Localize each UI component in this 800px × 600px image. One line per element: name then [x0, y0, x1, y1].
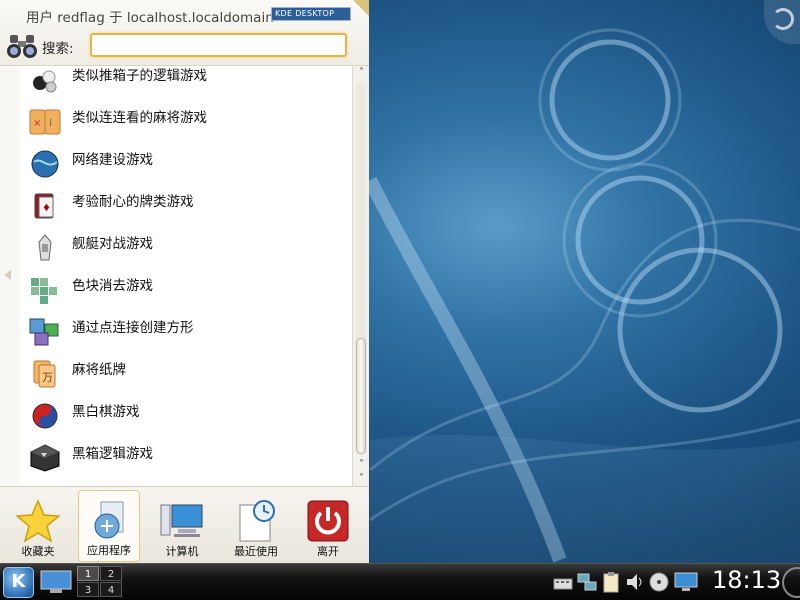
scroll-up-icon[interactable]: ˄ [355, 66, 368, 80]
star-icon [16, 499, 60, 543]
stones-icon [33, 70, 57, 93]
taskbar: K 1 2 3 4 18:13 [0, 563, 800, 600]
list-item[interactable]: 黑箱逻辑游戏 [20, 437, 352, 479]
scroll-down-icon[interactable]: ˅ [355, 458, 368, 472]
list-item-label: 黑白棋游戏 [72, 404, 140, 420]
pager-desktop-1[interactable]: 1 [77, 566, 99, 581]
list-item[interactable]: 黑白棋游戏 [20, 395, 352, 437]
application-list: 类似推箱子的逻辑游戏 × ⁞ 类似连连看的麻将游戏 网络建设游戏 ♦ 考验耐心的牌… [20, 66, 352, 486]
list-item-label: 舰艇对战游戏 [72, 236, 153, 252]
reversi-icon [32, 403, 58, 429]
kde-desktop-badge: KDE DESKTOP [271, 7, 351, 21]
list-item-label: 黑箱逻辑游戏 [72, 446, 153, 462]
virtual-desktop-pager: 1 2 3 4 [77, 566, 123, 599]
list-item[interactable]: 色块消去游戏 [20, 269, 352, 311]
list-item-label: 通过点连接创建方形 [72, 320, 194, 336]
list-item[interactable]: 通过点连接创建方形 [20, 311, 352, 353]
tab-recently-used[interactable]: 最近使用 [220, 490, 292, 562]
panel-toolbox-icon[interactable] [782, 567, 800, 598]
list-item[interactable]: × ⁞ 类似连连看的麻将游戏 [20, 101, 352, 143]
applications-icon [94, 501, 124, 539]
binoculars-icon [7, 35, 37, 58]
list-item[interactable]: 类似推箱子的逻辑游戏 [20, 66, 352, 101]
list-item[interactable]: 网络建设游戏 [20, 143, 352, 185]
mahjongg-tiles-icon: × ⁞ [29, 109, 61, 135]
resize-corner[interactable] [353, 0, 369, 16]
tab-label: 最近使用 [234, 545, 278, 558]
list-item[interactable]: ♦ 考验耐心的牌类游戏 [20, 185, 352, 227]
clipboard-icon[interactable] [601, 571, 621, 593]
scroll-down-end-icon[interactable]: ˅ [355, 472, 368, 486]
mahjong-card-icon: 万 [33, 360, 56, 388]
show-desktop-icon[interactable] [40, 570, 72, 594]
blackbox-icon [30, 444, 60, 472]
battleship-icon [38, 234, 52, 261]
search-input[interactable] [90, 33, 347, 57]
tab-leave[interactable]: 离开 [292, 490, 364, 562]
svg-text:⁞: ⁞ [49, 118, 52, 129]
recent-document-icon [239, 500, 275, 542]
launcher-header: 用户 redflag 于 localhost.localdomain KDE D… [0, 0, 369, 66]
back-arrow-icon[interactable] [4, 270, 11, 280]
list-item-label: 网络建设游戏 [72, 152, 153, 168]
list-scrollbar[interactable]: ˄ ˅ ˅ [352, 66, 369, 486]
clock[interactable]: 18:13 [712, 566, 781, 594]
pager-desktop-2[interactable]: 2 [100, 566, 122, 581]
color-blocks-icon [31, 278, 57, 304]
search-label: 搜索: [42, 41, 74, 57]
list-item-label: 类似连连看的麻将游戏 [72, 110, 207, 126]
scroll-thumb[interactable] [356, 338, 366, 454]
list-item[interactable]: 舰艇对战游戏 [20, 227, 352, 269]
user-label: 用户 redflag 于 localhost.localdomain [26, 10, 274, 26]
launcher-tabs: 收藏夹 应用程序 计算机 最近使用 离开 [0, 486, 369, 563]
computer-icon [160, 504, 203, 537]
tab-label: 计算机 [165, 545, 199, 558]
tab-label: 离开 [317, 545, 339, 558]
pager-desktop-4[interactable]: 4 [100, 582, 122, 597]
svg-text:万: 万 [42, 371, 53, 384]
tab-applications[interactable]: 应用程序 [78, 490, 140, 562]
tab-label: 收藏夹 [21, 545, 55, 558]
pager-desktop-3[interactable]: 3 [77, 582, 99, 597]
keyboard-icon[interactable] [553, 571, 573, 593]
kickoff-button[interactable]: K [3, 567, 34, 598]
volume-icon[interactable] [625, 571, 645, 593]
list-item-label: 考验耐心的牌类游戏 [72, 194, 194, 210]
power-icon [307, 500, 349, 542]
network-icon[interactable] [577, 571, 597, 593]
svg-text:×: × [33, 118, 41, 129]
list-item-label: 类似推箱子的逻辑游戏 [72, 68, 207, 84]
list-item-label: 麻将纸牌 [72, 362, 126, 378]
kickoff-launcher: 用户 redflag 于 localhost.localdomain KDE D… [0, 0, 369, 563]
network-globe-icon [31, 150, 59, 178]
tab-favorites[interactable]: 收藏夹 [2, 490, 74, 562]
cards-icon: ♦ [34, 193, 54, 219]
squares-icon [29, 318, 59, 346]
display-icon[interactable] [673, 571, 699, 593]
list-item-label: 色块消去游戏 [72, 278, 153, 294]
kde-logo-icon: K [11, 571, 26, 592]
list-item[interactable]: 万 麻将纸牌 [20, 353, 352, 395]
media-disc-icon[interactable] [649, 571, 669, 593]
tab-computer[interactable]: 计算机 [146, 490, 218, 562]
svg-text:♦: ♦ [42, 203, 51, 214]
tab-label: 应用程序 [87, 544, 131, 557]
